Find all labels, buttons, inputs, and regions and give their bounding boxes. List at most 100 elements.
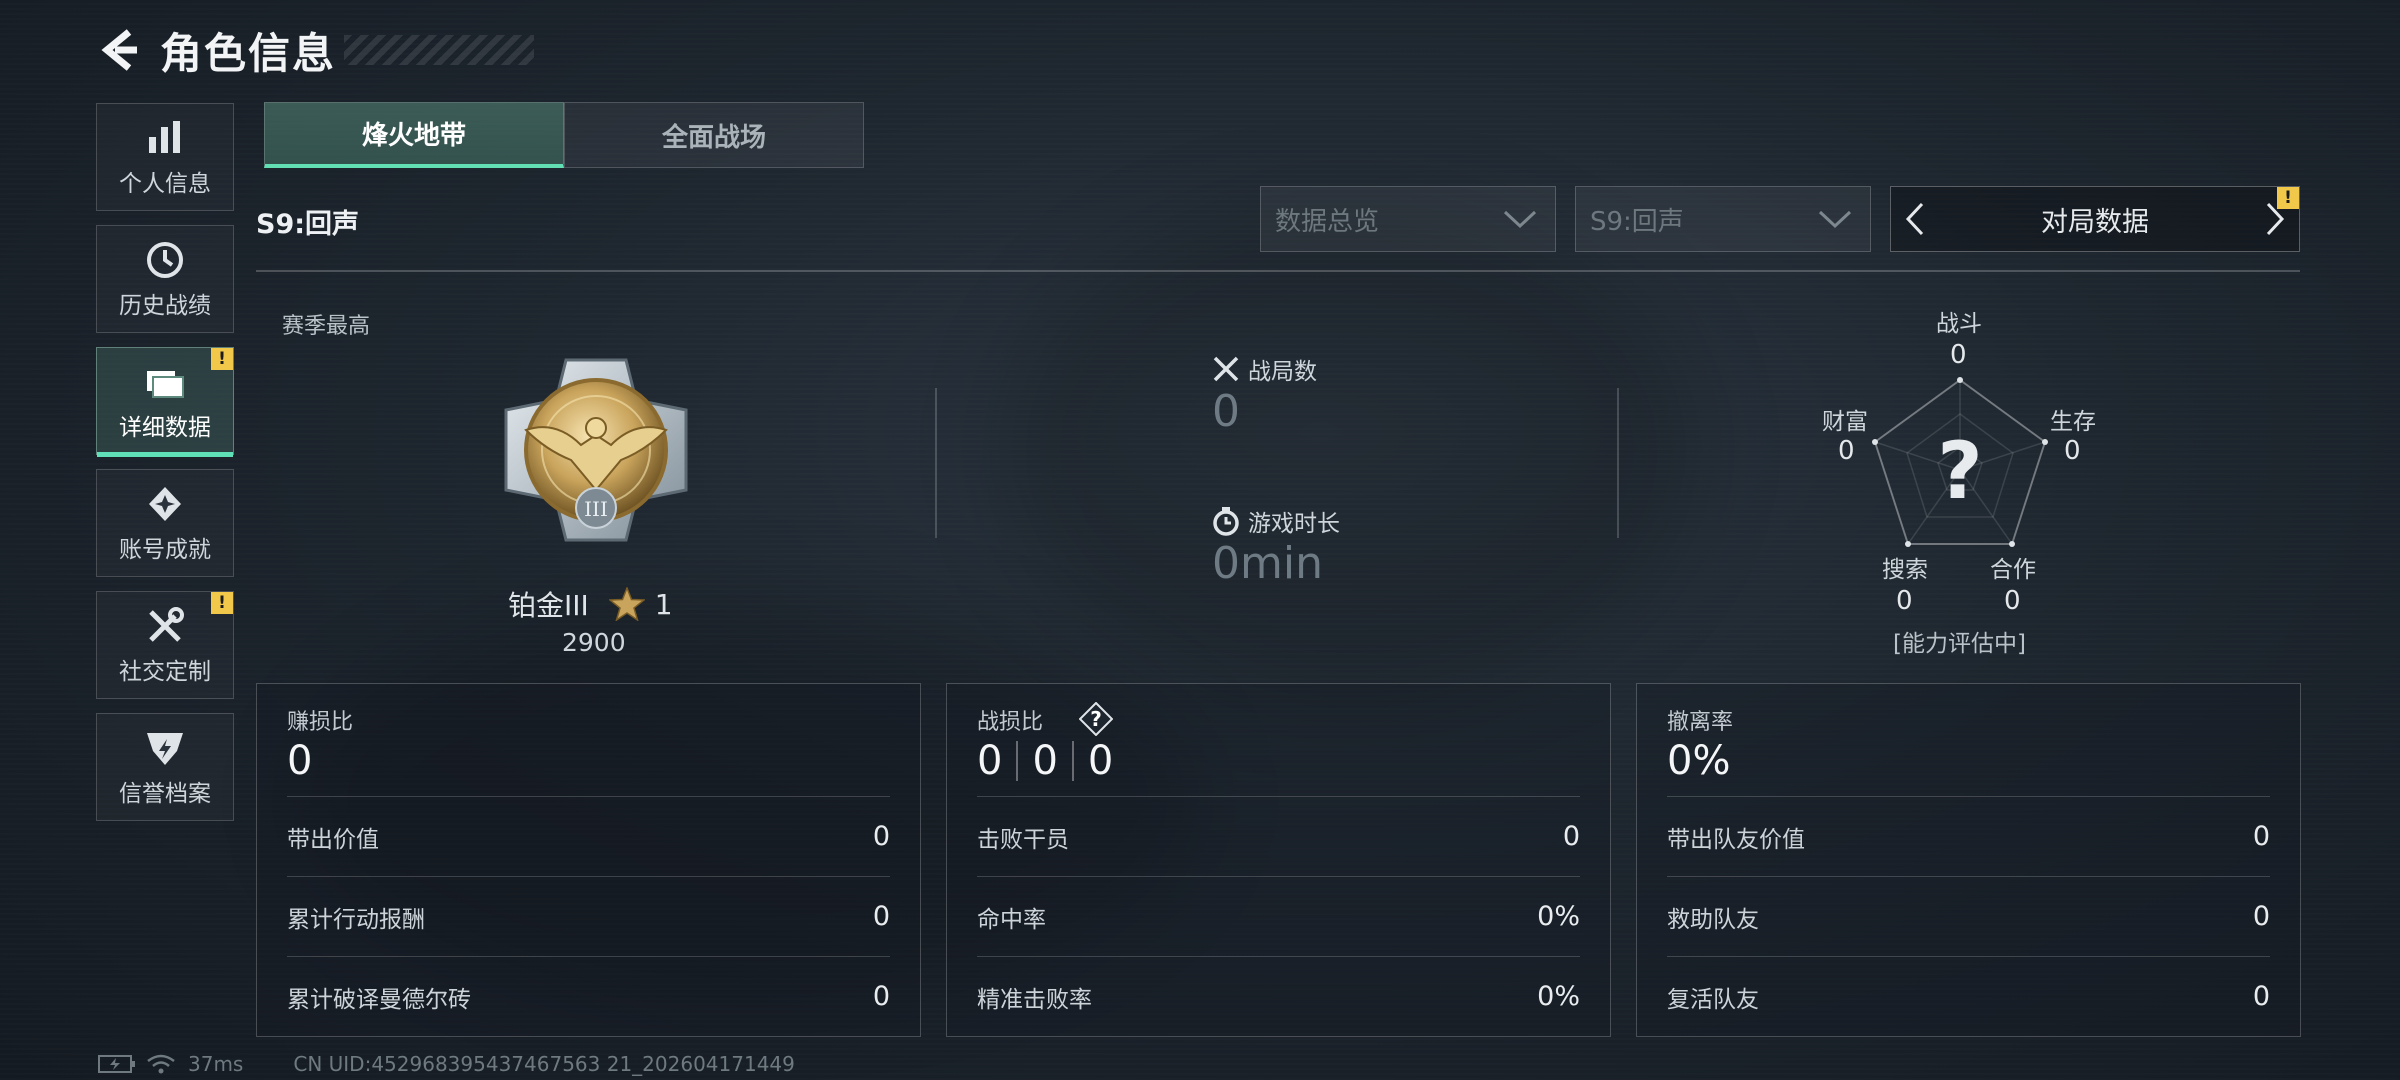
stat-row-label: 命中率 (977, 906, 1046, 933)
matches-label-row: 战局数 (1212, 352, 1317, 386)
kd-values: 0 0 0 (977, 738, 1113, 784)
sidebar-item-label: 历史战绩 (119, 293, 211, 319)
extraction-rate-panel: 撤离率 0% 带出队友价值 0 救助队友 0 复活队友 0 (1636, 683, 2301, 1037)
season-best-caption: 赛季最高 (282, 314, 371, 339)
star-icon (608, 587, 645, 621)
overview-dropdown[interactable]: 数据总览 (1260, 186, 1556, 252)
clock-icon (142, 238, 188, 282)
sidebar-item-label: 详细数据 (119, 415, 211, 441)
wifi-icon (147, 1054, 175, 1074)
switch-prev-button[interactable] (1891, 187, 1939, 251)
back-button[interactable] (96, 27, 142, 73)
tools-icon (142, 604, 188, 648)
folder-icon (142, 360, 188, 404)
radar-label-wealth: 财富 (1822, 409, 1868, 435)
playtime-value: 0min (1212, 538, 1323, 589)
radar-value-combat: 0 (1950, 340, 1967, 370)
stat-row-value: 0 (872, 981, 890, 1012)
help-button[interactable]: ? (1079, 702, 1113, 736)
rank-name: 铂金III (508, 589, 589, 622)
stat-row-label: 带出队友价值 (1667, 826, 1805, 853)
player-uid: CN UID:452968395437467563 21_20260417144… (293, 1052, 795, 1076)
crossed-swords-icon (1213, 356, 1239, 382)
bar-chart-icon (142, 116, 188, 160)
stat-row-value: 0% (1537, 901, 1580, 932)
medal-numeral: III (584, 497, 608, 521)
radar-label-search: 搜索 (1882, 557, 1928, 583)
data-type-switcher: 对局数据 ! (1890, 186, 2300, 252)
matches-label: 战局数 (1248, 359, 1317, 385)
season-label: S9:回声 (256, 209, 360, 240)
stat-row: 击败干员 0 (977, 796, 1580, 876)
back-arrow-icon (101, 29, 137, 71)
radar-center-symbol: ? (1937, 427, 1982, 517)
panel-title: 战损比 (977, 710, 1044, 735)
stat-row: 带出价值 0 (287, 796, 890, 876)
alert-badge: ! (2277, 187, 2299, 209)
sidebar-item-history[interactable]: 历史战绩 (96, 225, 234, 333)
stat-row: 命中率 0% (977, 876, 1580, 956)
sidebar-item-personal-info[interactable]: 个人信息 (96, 103, 234, 211)
rank-row: 铂金III 1 (508, 584, 673, 624)
radar-value-wealth: 0 (1838, 436, 1855, 466)
stat-row-value: 0 (1562, 821, 1580, 852)
stat-row: 救助队友 0 (1667, 876, 2270, 956)
ping-value: 37ms (188, 1052, 244, 1076)
radar-value-survival: 0 (2064, 436, 2081, 466)
switcher-label: 对局数据 (2041, 206, 2149, 238)
stat-row-value: 0 (872, 821, 890, 852)
kill-death-panel: 战损比 ? 0 0 0 击败干员 0 命中率 0% 精准击败率 0% (946, 683, 1611, 1037)
kd-value: 0 (1032, 738, 1058, 784)
tab-full-battlefield[interactable]: 全面战场 (564, 102, 864, 168)
sidebar-item-label: 账号成就 (119, 537, 211, 563)
stat-row: 带出队友价值 0 (1667, 796, 2270, 876)
stat-row-value: 0 (872, 901, 890, 932)
chevron-left-icon (1905, 202, 1924, 236)
stat-row-label: 救助队友 (1667, 906, 1759, 933)
season-dropdown[interactable]: S9:回声 (1575, 186, 1871, 252)
sidebar-item-detailed-data[interactable]: 详细数据 ! (96, 347, 234, 457)
chevron-down-icon (1503, 210, 1537, 229)
stat-row-label: 累计破译曼德尔砖 (287, 986, 471, 1013)
stat-row-label: 累计行动报酬 (287, 906, 425, 933)
stat-row-value: 0 (2252, 901, 2270, 932)
rank-points: 2900 (562, 628, 626, 657)
sidebar-item-social-custom[interactable]: 社交定制 ! (96, 591, 234, 699)
stat-row-label: 复活队友 (1667, 986, 1759, 1013)
header: 角色信息 (96, 20, 535, 80)
radar-label-survival: 生存 (2050, 409, 2096, 435)
sidebar-item-achievements[interactable]: 账号成就 (96, 469, 234, 577)
svg-text:?: ? (1090, 707, 1102, 731)
sidebar-item-label: 个人信息 (119, 171, 211, 197)
achievement-icon (142, 482, 188, 526)
tab-warzone[interactable]: 烽火地带 (264, 102, 564, 168)
stopwatch-icon (1213, 507, 1239, 536)
playtime-label: 游戏时长 (1248, 511, 1340, 537)
radar-value-search: 0 (1896, 586, 1913, 616)
season-dropdown-value: S9:回声 (1590, 206, 1684, 237)
panel-main-value: 0 (287, 738, 313, 784)
stat-row-value: 0 (2252, 821, 2270, 852)
sidebar-item-label: 信誉档案 (119, 781, 211, 807)
kd-value: 0 (977, 738, 1003, 784)
overview-dropdown-value: 数据总览 (1275, 206, 1380, 237)
rank-star-count: 1 (654, 587, 673, 621)
section-divider (256, 270, 2300, 272)
matches-value: 0 (1212, 386, 1240, 437)
page-title: 角色信息 (160, 28, 337, 78)
help-diamond-icon: ? (1079, 702, 1113, 736)
stat-row-label: 带出价值 (287, 826, 379, 853)
battery-icon (98, 1055, 135, 1073)
stat-row-label: 精准击败率 (977, 986, 1092, 1013)
shield-emblem-icon (142, 726, 188, 770)
playtime-label-row: 游戏时长 (1212, 504, 1340, 538)
ability-eval-status: [能力评估中] (1893, 631, 2026, 657)
title-decoration (344, 35, 535, 65)
stat-row: 精准击败率 0% (977, 956, 1580, 1036)
alert-badge: ! (211, 348, 233, 370)
sidebar-item-credit-file[interactable]: 信誉档案 (96, 713, 234, 821)
radar-label-teamwork: 合作 (1990, 557, 2036, 583)
panel-title: 撤离率 (1667, 710, 1734, 735)
radar-value-teamwork: 0 (2004, 586, 2021, 616)
sidebar-item-label: 社交定制 (119, 659, 211, 685)
